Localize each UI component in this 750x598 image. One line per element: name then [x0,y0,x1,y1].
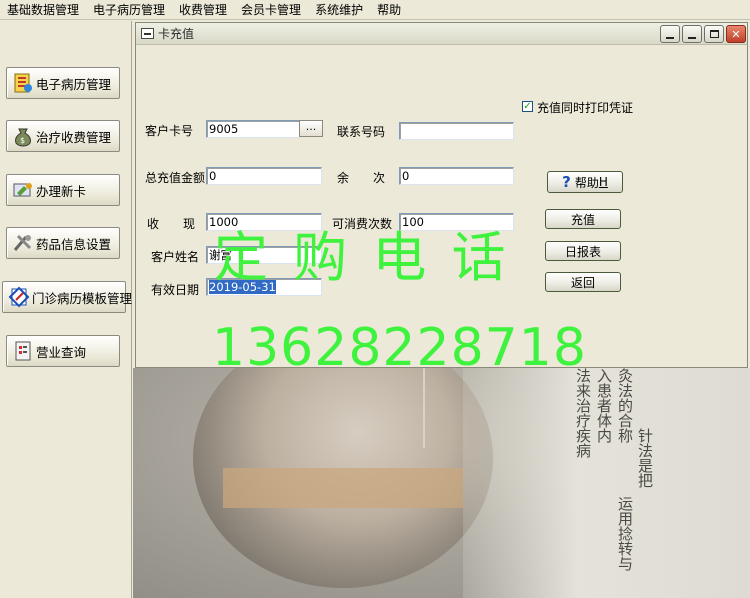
sidebar-item-business-query[interactable]: 营业查询 [6,335,120,367]
menu-help[interactable]: 帮助 [370,0,408,20]
phone-input[interactable] [399,122,514,140]
sidebar-item-label: 电子病历管理 [36,76,112,92]
background-text-column: 运用捻转与 [616,496,634,571]
new-card-icon [13,183,32,197]
card-browse-button[interactable]: ... [299,120,323,137]
background-artwork: 灸法的合称 入患者体内 法来治疗疾病 针法是把 运用捻转与 [133,368,750,598]
sidebar: 电子病历管理 $ 治疗收费管理 办理新卡 药品信息设置 门诊病历模板管理 营业查… [0,21,132,598]
minimize-icon [688,36,696,39]
help-button[interactable]: ? 帮助 H [547,171,623,193]
sidebar-item-label: 治疗收费管理 [36,129,112,145]
expiry-date-input[interactable]: 2019-05-31 [206,278,322,296]
card-no-label: 客户卡号 [145,124,194,138]
window-minimize-button[interactable] [682,25,702,43]
expiry-date-label: 有效日期 [151,283,200,297]
sidebar-item-new-card[interactable]: 办理新卡 [6,174,120,206]
window-restore-button[interactable] [660,25,680,43]
close-icon: ✕ [731,27,741,41]
total-recharge-input[interactable]: 0 [206,167,322,185]
window-titlebar: 卡充值 ✕ [136,23,747,45]
customer-name-label: 客户姓名 [151,250,200,264]
phone-label: 联系号码 [337,125,386,139]
background-text-column: 入患者体内 [595,368,613,443]
sidebar-item-medicine-settings[interactable]: 药品信息设置 [6,227,120,259]
business-query-icon [15,341,31,361]
window-maximize-button[interactable] [704,25,724,43]
window-close-button[interactable]: ✕ [726,25,746,43]
remaining-input[interactable]: 0 [399,167,514,185]
daily-report-button[interactable]: 日报表 [545,241,621,261]
print-receipt-checkbox[interactable]: ✓ [522,101,533,112]
print-receipt-label: 充值同时打印凭证 [537,101,634,115]
help-button-label: 帮助 [574,175,599,190]
menu-basic-data[interactable]: 基础数据管理 [0,0,86,20]
menu-membership-card[interactable]: 会员卡管理 [234,0,308,20]
window-title: 卡充值 [158,27,195,41]
menu-bar: 基础数据管理 电子病历管理 收费管理 会员卡管理 系统维护 帮助 [0,0,750,20]
help-hotkey: H [598,175,608,189]
sidebar-item-template[interactable]: 门诊病历模板管理 [2,281,132,313]
background-text-column: 灸法的合称 [616,368,634,443]
consumable-count-input[interactable]: 100 [399,213,514,231]
patient-record-icon [14,73,32,93]
background-band [223,468,463,508]
background-text-column: 法来治疗疾病 [574,368,592,458]
background-text-column: 针法是把 [636,428,654,488]
sidebar-item-label: 办理新卡 [36,183,87,199]
menu-system[interactable]: 系统维护 [308,0,370,20]
svg-text:$: $ [20,136,25,145]
sidebar-item-label: 药品信息设置 [36,236,112,252]
medicine-tools-icon [13,234,32,251]
money-bag-icon: $ [15,128,31,147]
recharge-button[interactable]: 充值 [545,209,621,229]
sidebar-item-emr[interactable]: 电子病历管理 [6,67,120,99]
sidebar-item-label: 营业查询 [36,344,87,360]
sidebar-item-label: 门诊病历模板管理 [32,290,133,306]
customer-name-input[interactable]: 谢富 [206,246,322,264]
return-button[interactable]: 返回 [545,272,621,292]
maximize-icon [709,30,719,38]
window-system-menu-icon[interactable] [141,28,154,39]
help-icon: ? [562,173,571,191]
background-needle [423,368,425,448]
remaining-label: 余 次 [337,171,386,185]
restore-icon [666,36,674,39]
sidebar-item-treatment-billing[interactable]: $ 治疗收费管理 [6,120,120,152]
menu-billing[interactable]: 收费管理 [172,0,234,20]
card-recharge-window: 卡充值 ✕ ✓ 充值同时打印凭证 客户卡号 9005 ... 联系号码 总充值金… [135,22,748,368]
menu-emr[interactable]: 电子病历管理 [86,0,172,20]
consumable-count-label: 可消费次数 [332,217,393,231]
cash-label: 收 现 [147,217,196,231]
total-recharge-label: 总充值金额 [145,171,206,185]
card-no-input[interactable]: 9005 [206,120,300,138]
cash-input[interactable]: 1000 [206,213,322,231]
template-icon [8,286,30,308]
